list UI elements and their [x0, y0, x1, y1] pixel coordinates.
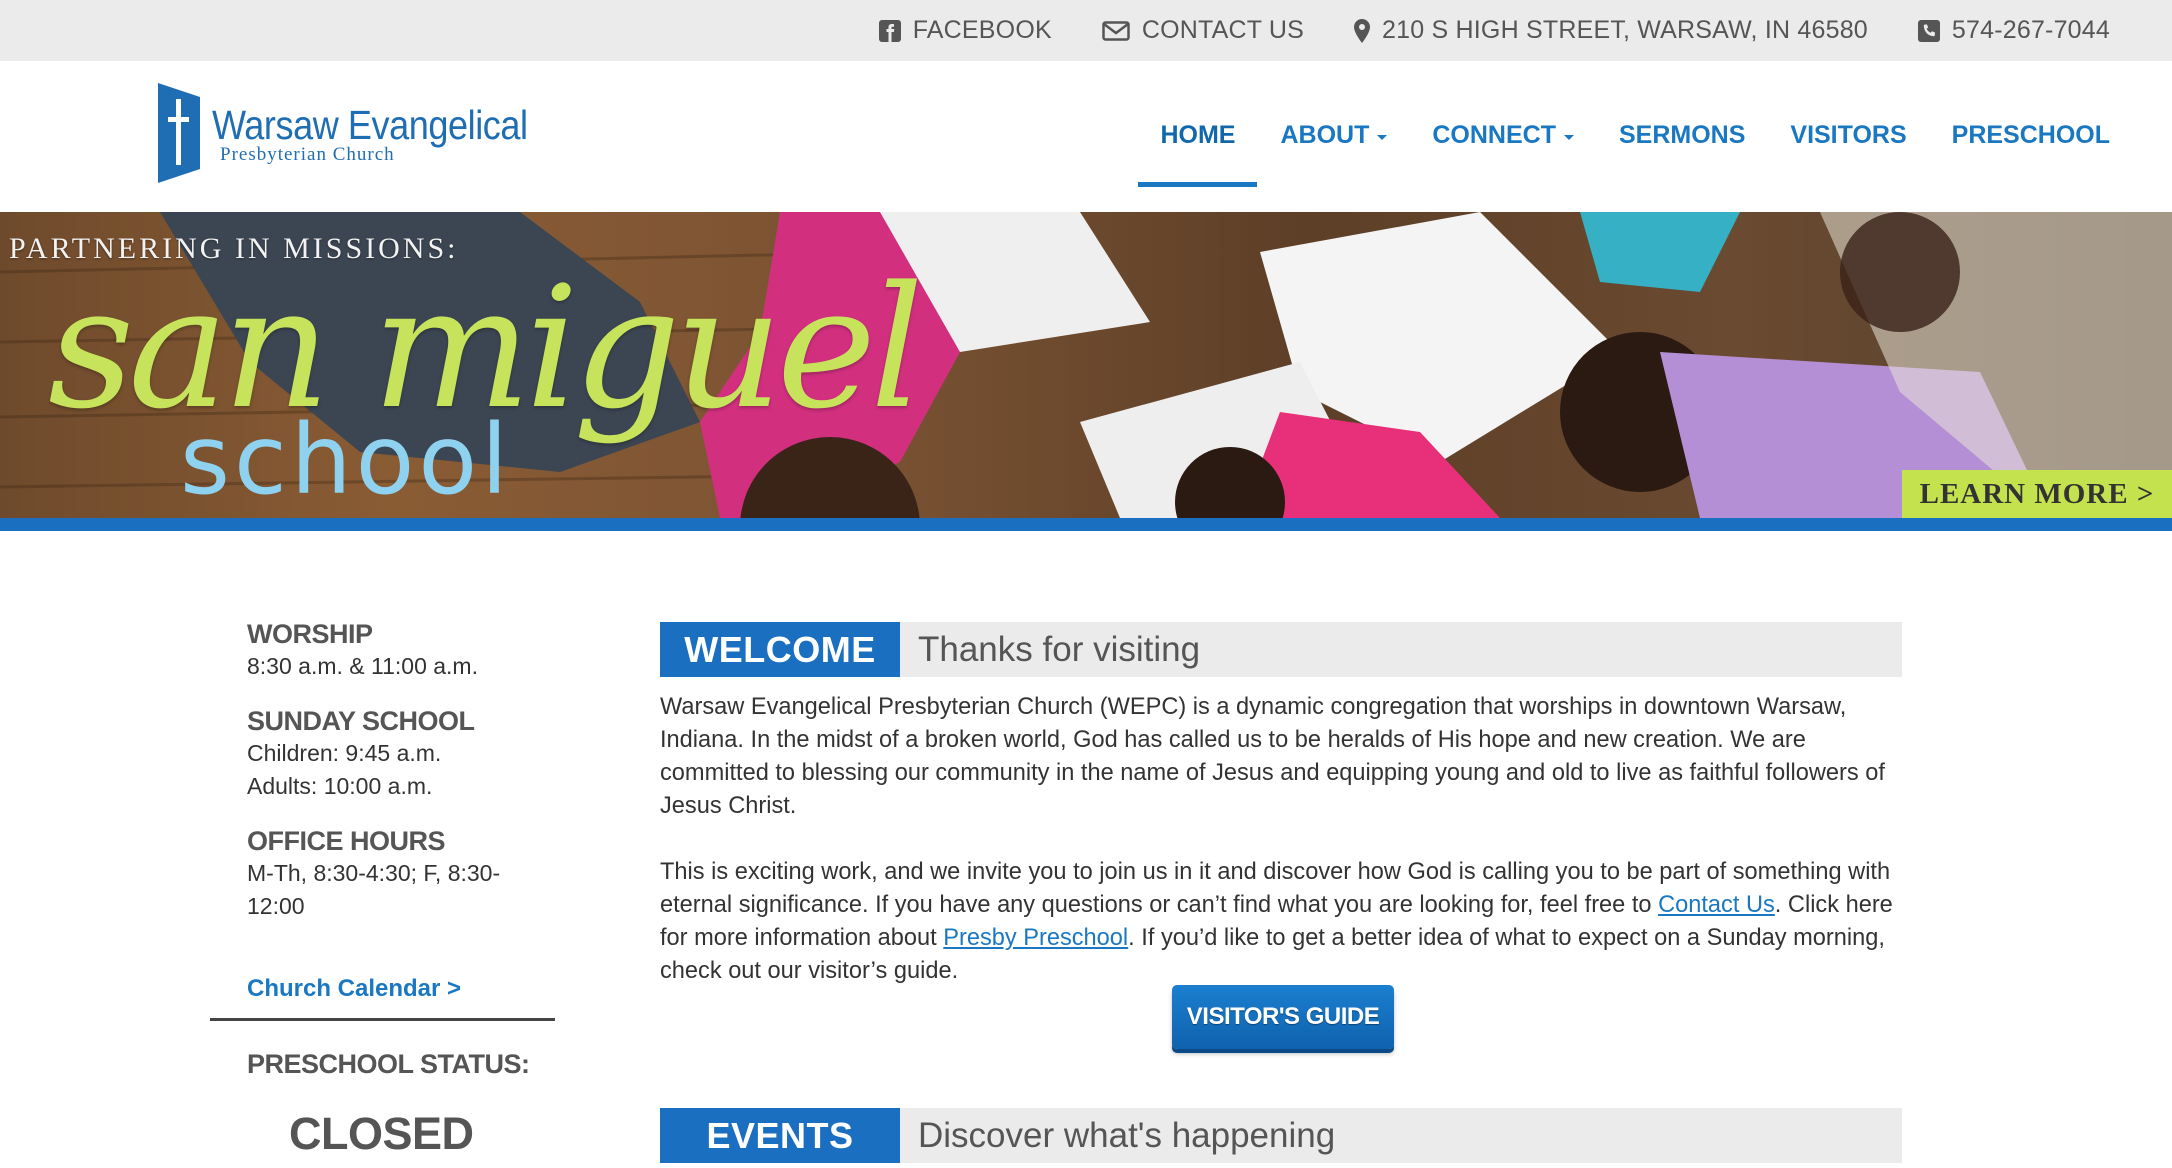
nav-visitors-label: VISITORS	[1790, 120, 1907, 149]
facebook-link[interactable]: FACEBOOK	[878, 16, 1052, 45]
welcome-body: Warsaw Evangelical Presbyterian Church (…	[660, 691, 1902, 1021]
welcome-paragraph-2: This is exciting work, and we invite you…	[660, 856, 1902, 988]
welcome-paragraph-1: Warsaw Evangelical Presbyterian Church (…	[660, 694, 1885, 819]
caret-down-icon	[1563, 134, 1574, 140]
nav-about-label: ABOUT	[1280, 120, 1370, 149]
events-tag: EVENTS	[660, 1108, 900, 1163]
sunday-school-adults: Adults: 10:00 a.m.	[247, 773, 433, 799]
sunday-school-block: SUNDAY SCHOOL Children: 9:45 a.m. Adults…	[247, 705, 567, 803]
hero-divider	[0, 518, 2172, 531]
contact-us-label: CONTACT US	[1141, 16, 1305, 44]
nav-visitors[interactable]: VISITORS	[1790, 61, 1906, 187]
nav-sermons-label: SERMONS	[1618, 120, 1746, 149]
utility-bar: FACEBOOK CONTACT US 210 S HIGH STREET, W…	[0, 0, 2172, 61]
sidebar-divider	[210, 1018, 555, 1021]
office-hours-line-1: M-Th, 8:30-4:30; F, 8:30-	[247, 860, 501, 886]
phone-label: 574-267-7044	[1951, 16, 2110, 44]
office-hours-line-2: 12:00	[247, 893, 305, 919]
sunday-school-heading: SUNDAY SCHOOL	[247, 706, 475, 736]
contact-us-link[interactable]: CONTACT US	[1102, 16, 1304, 45]
welcome-subtitle: Thanks for visiting	[918, 629, 1201, 669]
address-link[interactable]: 210 S HIGH STREET, WARSAW, IN 46580	[1354, 16, 1868, 45]
nav-preschool[interactable]: PRESCHOOL	[1952, 61, 2110, 187]
hero-title-word: school	[180, 404, 512, 516]
preschool-status-value: CLOSED	[289, 1108, 474, 1159]
office-hours-heading: OFFICE HOURS	[247, 826, 446, 856]
nav-connect[interactable]: CONNECT	[1432, 61, 1574, 187]
nav-sermons[interactable]: SERMONS	[1619, 61, 1745, 187]
sunday-school-children: Children: 9:45 a.m.	[247, 740, 442, 766]
hero-banner[interactable]: PARTNERING IN MISSIONS: san miguel schoo…	[0, 212, 2172, 518]
map-pin-icon	[1354, 18, 1371, 43]
address-label: 210 S HIGH STREET, WARSAW, IN 46580	[1382, 16, 1868, 44]
welcome-tag: WELCOME	[660, 622, 900, 677]
caret-down-icon	[1377, 134, 1388, 140]
worship-heading: WORSHIP	[247, 619, 373, 649]
events-subtitle: Discover what's happening	[918, 1115, 1336, 1155]
site-logo[interactable]: Warsaw Evangelical Presbyterian Church	[154, 83, 571, 183]
church-logo-icon	[158, 83, 200, 183]
nav-about[interactable]: ABOUT	[1280, 61, 1388, 187]
main-nav: HOME ABOUT CONNECT SERMONS VISITORS PRES…	[1115, 61, 2110, 187]
logo-line-2: Presbyterian Church	[220, 144, 395, 165]
preschool-status-label: PRESCHOOL STATUS:	[247, 1049, 530, 1079]
visitors-guide-button[interactable]: VISITOR'S GUIDE	[1172, 985, 1394, 1049]
facebook-label: FACEBOOK	[912, 16, 1052, 44]
nav-home-label: HOME	[1160, 120, 1236, 149]
learn-more-button[interactable]: LEARN MORE >	[1902, 470, 2172, 518]
nav-connect-label: CONNECT	[1432, 120, 1556, 149]
logo-text: Warsaw Evangelical Presbyterian Church	[212, 105, 571, 165]
envelope-icon	[1102, 20, 1130, 41]
nav-home[interactable]: HOME	[1138, 61, 1258, 187]
phone-link[interactable]: 574-267-7044	[1917, 16, 2110, 45]
logo-line-1: Warsaw Evangelical	[212, 102, 528, 148]
service-times-sidebar: WORSHIP 8:30 a.m. & 11:00 a.m. SUNDAY SC…	[247, 618, 567, 1003]
church-calendar-link[interactable]: Church Calendar >	[247, 975, 461, 1003]
site-header: Warsaw Evangelical Presbyterian Church H…	[0, 61, 2172, 212]
facebook-icon	[878, 19, 901, 42]
events-heading-bar: EVENTS Discover what's happening	[660, 1108, 1902, 1163]
worship-time: 8:30 a.m. & 11:00 a.m.	[247, 653, 478, 679]
welcome-heading-bar: WELCOME Thanks for visiting	[660, 622, 1902, 677]
nav-preschool-label: PRESCHOOL	[1951, 120, 2110, 149]
phone-icon	[1917, 19, 1940, 42]
presby-preschool-link[interactable]: Presby Preschool	[943, 925, 1128, 951]
office-hours-block: OFFICE HOURS M-Th, 8:30-4:30; F, 8:30- 1…	[247, 825, 567, 923]
worship-block: WORSHIP 8:30 a.m. & 11:00 a.m.	[247, 618, 567, 683]
contact-us-inline-link[interactable]: Contact Us	[1658, 892, 1775, 918]
